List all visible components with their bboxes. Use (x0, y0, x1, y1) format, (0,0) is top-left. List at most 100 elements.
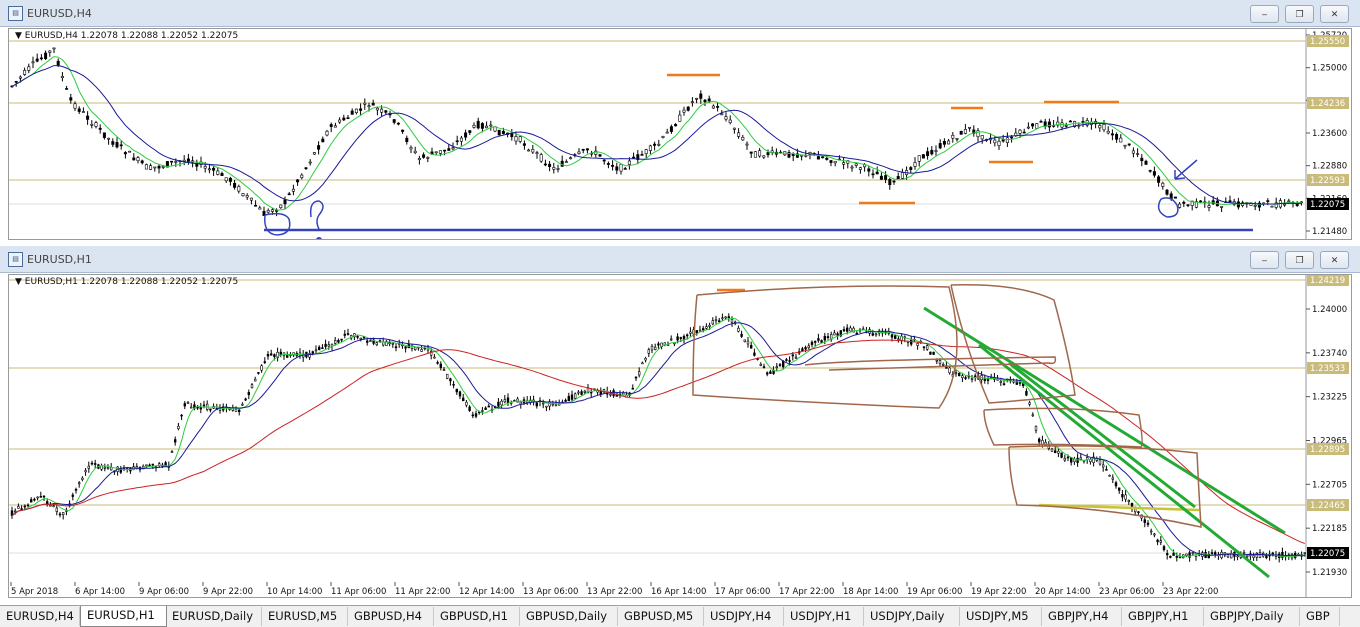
price-chart[interactable]: 1.257201.250001.242801.236001.228801.221… (9, 29, 1351, 239)
candle-body (1146, 522, 1150, 525)
candle-body (300, 174, 304, 178)
candle-body (845, 327, 849, 332)
candle-body (970, 378, 974, 380)
candle-body (145, 464, 148, 467)
chart-tab[interactable]: EURUSD,Daily (166, 607, 262, 626)
candle-body (653, 143, 657, 146)
candle-body (766, 152, 770, 156)
candle-body (359, 337, 362, 340)
candle-body (849, 327, 852, 332)
green-trend-line (923, 306, 1286, 535)
candle-body (746, 340, 750, 345)
chart-tab[interactable]: GBPJPY,H4 (1042, 607, 1122, 626)
candle-body (842, 329, 846, 332)
candle-body (14, 510, 17, 513)
chart-tab[interactable]: GBPJPY,H1 (1122, 607, 1204, 626)
candle-body (103, 466, 107, 469)
chart-tab[interactable]: EURUSD,H1 (80, 606, 167, 627)
candle-body (749, 345, 753, 349)
restore-button[interactable]: ❐ (1285, 251, 1314, 269)
candle-body (1152, 171, 1156, 176)
candle-body (196, 406, 199, 409)
chart-tab[interactable]: USDJPY,H4 (704, 607, 784, 626)
chart-tab[interactable]: GBPUSD,H1 (434, 607, 520, 626)
close-button[interactable]: ✕ (1320, 251, 1349, 269)
candle-body (916, 343, 919, 346)
candle-body (1246, 555, 1249, 558)
candle-body (1207, 205, 1211, 208)
candle-body (580, 391, 583, 395)
candle-body (679, 337, 683, 339)
chart-tab[interactable]: EURUSD,H4 (0, 607, 80, 626)
candle-body (1111, 477, 1115, 480)
candle-body (997, 140, 1001, 146)
candle-body (890, 334, 894, 338)
candle-body (1050, 448, 1054, 452)
candle-body (1226, 554, 1230, 558)
chart-tab[interactable]: USDJPY,H1 (784, 607, 864, 626)
candle-body (52, 505, 55, 507)
candle-body (426, 157, 430, 159)
candle-body (823, 335, 827, 341)
candle-body (879, 175, 883, 180)
candle-body (321, 138, 325, 143)
candle-body (1115, 133, 1119, 140)
candle-body (314, 349, 318, 352)
candle-body (343, 333, 346, 336)
chart-tab[interactable]: GBP (1300, 607, 1340, 626)
candle-body (497, 401, 500, 407)
window-titlebar[interactable]: ▤ EURUSD,H1 – ❐ ✕ (0, 246, 1360, 273)
candle-body (522, 143, 526, 146)
restore-button[interactable]: ❐ (1285, 5, 1314, 23)
candle-body (417, 158, 421, 160)
candle-body (1105, 469, 1108, 471)
candle-body (238, 409, 241, 412)
candle-body (794, 356, 798, 359)
candle-body (73, 103, 77, 109)
candle-body (727, 316, 731, 318)
candle-body (961, 375, 964, 379)
candle-body (392, 119, 396, 123)
dropdown-arrow-icon[interactable]: ▼ (15, 31, 22, 41)
time-label: 6 Apr 14:00 (75, 587, 125, 597)
chart-tab[interactable]: GBPUSD,Daily (520, 607, 618, 626)
window-titlebar[interactable]: ▤ EURUSD,H4 – ❐ ✕ (0, 0, 1360, 27)
candle-body (893, 335, 897, 339)
minimize-button[interactable]: – (1250, 5, 1279, 23)
chart-tab[interactable]: USDJPY,Daily (864, 607, 960, 626)
chart-tab[interactable]: GBPUSD,M5 (618, 607, 704, 626)
chart-plot-area[interactable]: 1.257201.250001.242801.236001.228801.221… (8, 28, 1352, 240)
minimize-button[interactable]: – (1250, 251, 1279, 269)
chart-window-h1[interactable]: ▤ EURUSD,H1 – ❐ ✕ 1.24000 1.23740 1.23225 1… (0, 246, 1360, 604)
chart-window-h4[interactable]: ▤ EURUSD,H4 – ❐ ✕ 1.257201.250001.242801… (0, 0, 1360, 244)
candle-body (1199, 200, 1203, 203)
close-button[interactable]: ✕ (1320, 5, 1349, 23)
candle-body (732, 127, 736, 130)
chart-tab[interactable]: GBPUSD,H4 (348, 607, 434, 626)
candle-body (955, 138, 959, 140)
candle-body (218, 408, 222, 411)
candle-body (609, 393, 612, 396)
chart-tab[interactable]: EURUSD,M5 (262, 607, 348, 626)
candle-body (850, 166, 854, 169)
price-level-label: 1.24219 (1310, 276, 1345, 286)
candle-body (503, 399, 506, 403)
time-label: 5 Apr 2018 (11, 587, 58, 597)
candle-body (983, 378, 987, 381)
candle-body (737, 132, 741, 137)
candle-body (234, 408, 238, 412)
chart-plot-area[interactable]: 1.24000 1.23740 1.23225 1.22965 1.22705 1.221… (8, 274, 1352, 598)
candle-body (500, 400, 503, 406)
candle-body (263, 361, 266, 363)
candle-body (690, 101, 694, 103)
chart-tab[interactable]: USDJPY,M5 (960, 607, 1042, 626)
candle-body (74, 489, 78, 491)
candle-body (1039, 121, 1043, 123)
dropdown-arrow-icon[interactable]: ▼ (15, 277, 22, 287)
candle-body (801, 348, 804, 352)
candle-body (714, 319, 718, 322)
chart-tab[interactable]: GBPJPY,Daily (1204, 607, 1300, 626)
candle-body (1035, 123, 1039, 129)
candle-body (930, 149, 934, 155)
price-chart[interactable]: 1.240001.237401.232251.229651.227051.221… (9, 275, 1351, 597)
